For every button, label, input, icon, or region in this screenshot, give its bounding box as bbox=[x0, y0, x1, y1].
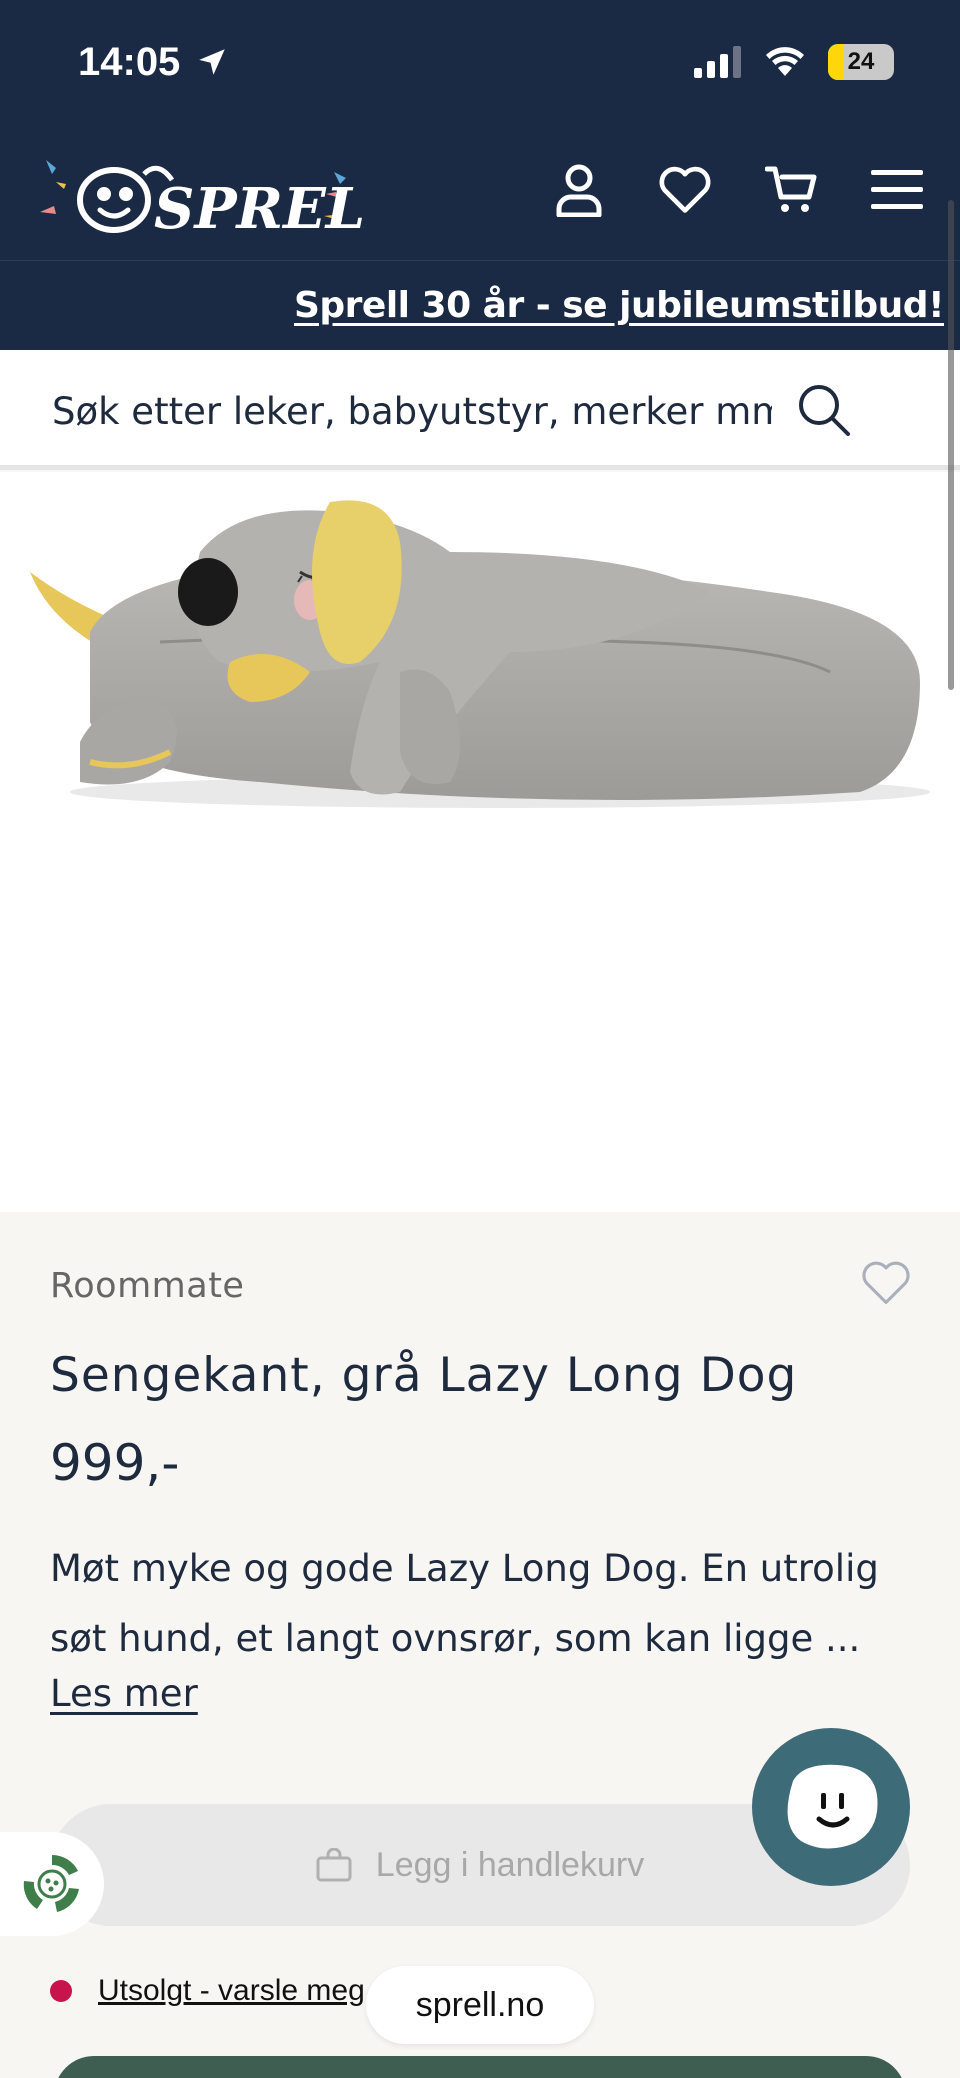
chat-button[interactable] bbox=[752, 1728, 910, 1886]
heart-icon bbox=[659, 166, 711, 213]
product-title: Sengekant, grå Lazy Long Dog bbox=[50, 1348, 798, 1403]
status-time: 14:05 bbox=[78, 40, 229, 85]
recycle-icon bbox=[23, 1854, 79, 1912]
product-price: 999,- bbox=[50, 1434, 180, 1492]
account-button[interactable] bbox=[552, 160, 606, 220]
wifi-icon bbox=[766, 47, 804, 76]
product-info: Roommate Sengekant, grå Lazy Long Dog 99… bbox=[0, 1212, 960, 2078]
user-icon bbox=[556, 164, 602, 217]
search-input[interactable] bbox=[52, 386, 772, 436]
sprell-logo[interactable]: SPRELL bbox=[34, 142, 364, 252]
product-description: Møt myke og gode Lazy Long Dog. En utrol… bbox=[50, 1547, 879, 1660]
battery-icon: 24 bbox=[828, 44, 894, 80]
cart-button[interactable] bbox=[764, 160, 818, 220]
cart-icon bbox=[765, 166, 817, 212]
product-brand[interactable]: Roommate bbox=[50, 1266, 244, 1306]
status-icons: 24 bbox=[694, 44, 894, 80]
scrollbar[interactable] bbox=[948, 200, 954, 690]
menu-icon bbox=[871, 170, 923, 209]
sold-out-notice: Utsolgt - varsle meg bbox=[50, 1974, 365, 2008]
menu-button[interactable] bbox=[870, 160, 924, 220]
battery-fill bbox=[828, 44, 844, 80]
product-image[interactable] bbox=[0, 472, 960, 1212]
favorite-heart-icon[interactable] bbox=[860, 1260, 912, 1306]
logo-text: SPRELL bbox=[154, 176, 364, 242]
site-header: SPRELL bbox=[0, 130, 960, 260]
battery-level: 24 bbox=[847, 48, 875, 75]
status-bar: 14:05 24 bbox=[0, 0, 960, 130]
shopping-bag-icon bbox=[316, 1848, 352, 1882]
read-more-link[interactable]: Les mer bbox=[50, 1672, 198, 1715]
promo-banner: Sprell 30 år - se jubileumstilbud! bbox=[0, 260, 960, 350]
cellular-signal-icon bbox=[694, 46, 741, 78]
lazy-long-dog-image bbox=[30, 500, 930, 808]
browser-url-pill[interactable]: sprell.no bbox=[366, 1966, 594, 2044]
search-icon[interactable] bbox=[796, 382, 852, 438]
smiley-chat-icon bbox=[787, 1764, 878, 1849]
location-arrow-icon bbox=[199, 49, 226, 75]
sold-out-dot bbox=[50, 1980, 72, 2002]
search-bar bbox=[0, 350, 960, 470]
bottom-action-button[interactable] bbox=[54, 2056, 906, 2078]
recycle-badge[interactable] bbox=[0, 1832, 104, 1936]
url-text: sprell.no bbox=[415, 1985, 545, 2024]
add-to-cart-label: Legg i handlekurv bbox=[375, 1845, 645, 1884]
wishlist-button[interactable] bbox=[658, 160, 712, 220]
header-icons bbox=[552, 160, 924, 220]
promo-link[interactable]: Sprell 30 år - se jubileumstilbud! bbox=[294, 285, 945, 326]
status-time-text: 14:05 bbox=[78, 40, 181, 84]
notify-me-link[interactable]: Utsolgt - varsle meg bbox=[98, 1974, 365, 2008]
